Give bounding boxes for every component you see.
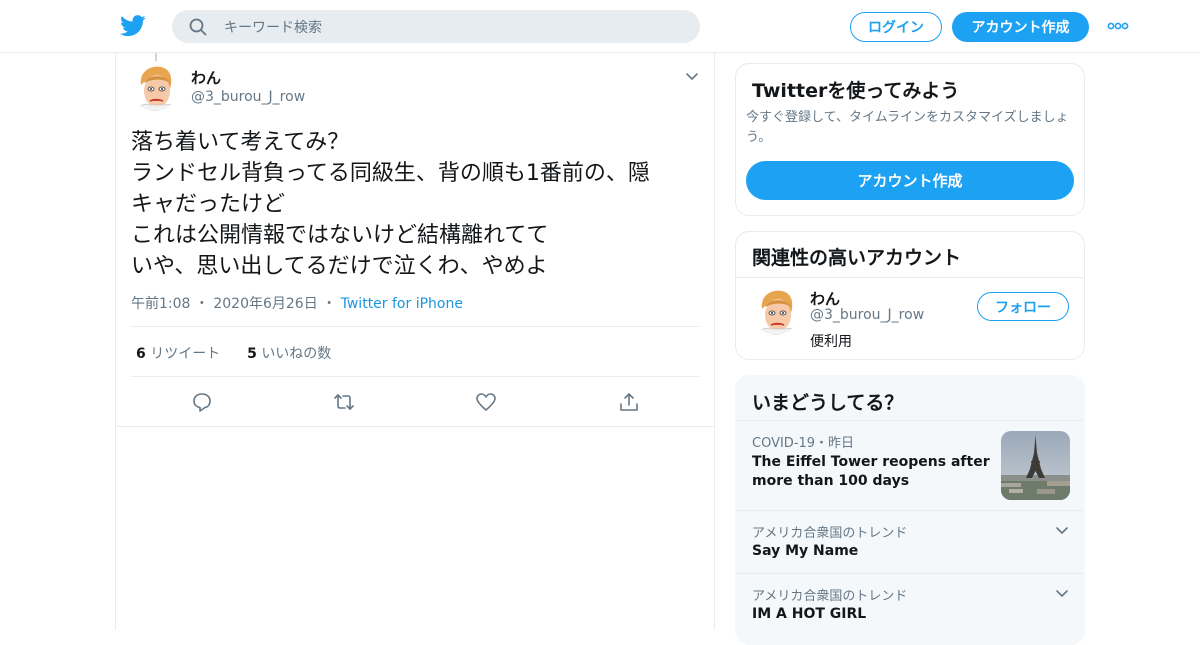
- eiffel-tower-image: [1001, 431, 1070, 500]
- trend-item[interactable]: アメリカ合衆国のトレンド Say My Name: [736, 510, 1084, 573]
- retweet-icon[interactable]: [333, 391, 355, 413]
- chevron-down-icon[interactable]: [685, 72, 699, 82]
- search-input[interactable]: [222, 10, 686, 45]
- like-heart-icon[interactable]: [475, 391, 497, 413]
- divider: [736, 277, 1084, 278]
- tweet-actions: [116, 389, 714, 425]
- tweet-text-line: いや、思い出してるだけで泣くわ、やめよ: [131, 254, 548, 279]
- related-account-name[interactable]: わん: [810, 288, 840, 309]
- avatar-illustration: [131, 63, 179, 111]
- tweet-text-line: 落ち着いて考えてみ？: [131, 130, 350, 155]
- tweet-stats: 6 リツイート 5 いいねの数: [136, 343, 331, 363]
- search-box[interactable]: [172, 10, 700, 45]
- chevron-down-icon[interactable]: [1055, 526, 1069, 535]
- news-thumbnail: [1001, 431, 1070, 500]
- chevron-down-icon[interactable]: [1055, 589, 1069, 598]
- separator-dot: ・: [194, 296, 209, 312]
- login-button[interactable]: ログイン: [850, 12, 942, 42]
- tweet-time[interactable]: 午前1:08: [131, 296, 190, 312]
- thread-line: [155, 53, 157, 61]
- tweet-date[interactable]: 2020年6月26日: [213, 296, 317, 312]
- retweet-stat[interactable]: 6 リツイート: [136, 346, 220, 362]
- author-handle[interactable]: @3_burou_J_row: [191, 89, 305, 105]
- top-nav-bar: ログイン アカウント作成: [0, 0, 1200, 53]
- trend-title: The Eiffel Tower reopens after more than…: [752, 454, 990, 489]
- tweet-text: 落ち着いて考えてみ？ ランドセル背負ってる同級生、背の順も1番前の、隠 キャだっ…: [131, 127, 701, 282]
- signup-button[interactable]: アカウント作成: [952, 12, 1089, 42]
- trend-title: Say My Name: [752, 543, 859, 559]
- avatar[interactable]: [752, 287, 800, 335]
- signup-card: Twitterを使ってみよう 今すぐ登録して、タイムラインをカスタマイズしましょ…: [735, 63, 1085, 216]
- signup-card-title: Twitterを使ってみよう: [752, 80, 960, 102]
- related-accounts-title: 関連性の高いアカウント: [752, 247, 962, 269]
- divider: [131, 326, 699, 327]
- search-icon: [189, 18, 207, 36]
- create-account-button[interactable]: アカウント作成: [746, 161, 1074, 200]
- tweet-timestamp: 午前1:08 ・ 2020年6月26日 ・ Twitter for iPhone: [131, 293, 463, 313]
- like-stat[interactable]: 5 いいねの数: [247, 346, 331, 362]
- tweet-text-line: ランドセル背負ってる同級生、背の順も1番前の、隠: [131, 161, 650, 186]
- trend-item[interactable]: アメリカ合衆国のトレンド IM A HOT GIRL: [736, 573, 1084, 636]
- trend-meta: アメリカ合衆国のトレンド: [752, 526, 908, 541]
- tweet-detail: わん @3_burou_J_row 落ち着いて考えてみ？ ランドセル背負ってる同…: [115, 53, 715, 630]
- twitter-bird-icon[interactable]: [120, 14, 146, 38]
- trend-meta: COVID-19・昨日: [752, 436, 855, 451]
- divider: [116, 426, 714, 427]
- related-accounts-card: 関連性の高いアカウント わん @3_burou_J_row 便利用 フォロー: [735, 231, 1085, 360]
- signup-card-description: 今すぐ登録して、タイムラインをカスタマイズしましょう。: [746, 110, 1069, 145]
- related-account-handle[interactable]: @3_burou_J_row: [810, 307, 924, 323]
- reply-icon[interactable]: [191, 391, 213, 413]
- like-stat-label: いいねの数: [261, 346, 332, 362]
- retweet-stat-label: リツイート: [150, 346, 221, 362]
- tweet-text-line: これは公開情報ではないけど結構離れてて: [131, 223, 549, 248]
- trend-title: IM A HOT GIRL: [752, 606, 867, 622]
- separator-dot: ・: [322, 296, 337, 312]
- divider: [131, 376, 699, 377]
- avatar[interactable]: [131, 63, 179, 111]
- like-count: 5: [247, 346, 257, 362]
- follow-button[interactable]: フォロー: [977, 292, 1069, 321]
- more-dots-icon[interactable]: [1107, 20, 1129, 32]
- trends-title: いまどうしてる？: [752, 392, 904, 414]
- share-icon[interactable]: [618, 391, 640, 413]
- related-account-bio: 便利用: [810, 334, 852, 350]
- trends-card: いまどうしてる？ COVID-19・昨日 The Eiffel Tower re…: [735, 375, 1085, 645]
- retweet-count: 6: [136, 346, 146, 362]
- trend-meta: アメリカ合衆国のトレンド: [752, 589, 908, 604]
- avatar-illustration: [752, 287, 800, 335]
- tweet-text-line: キャだったけど: [131, 192, 286, 217]
- author-name[interactable]: わん: [191, 67, 221, 88]
- trend-item[interactable]: COVID-19・昨日 The Eiffel Tower reopens aft…: [736, 420, 1084, 510]
- tweet-source-link[interactable]: Twitter for iPhone: [341, 296, 463, 312]
